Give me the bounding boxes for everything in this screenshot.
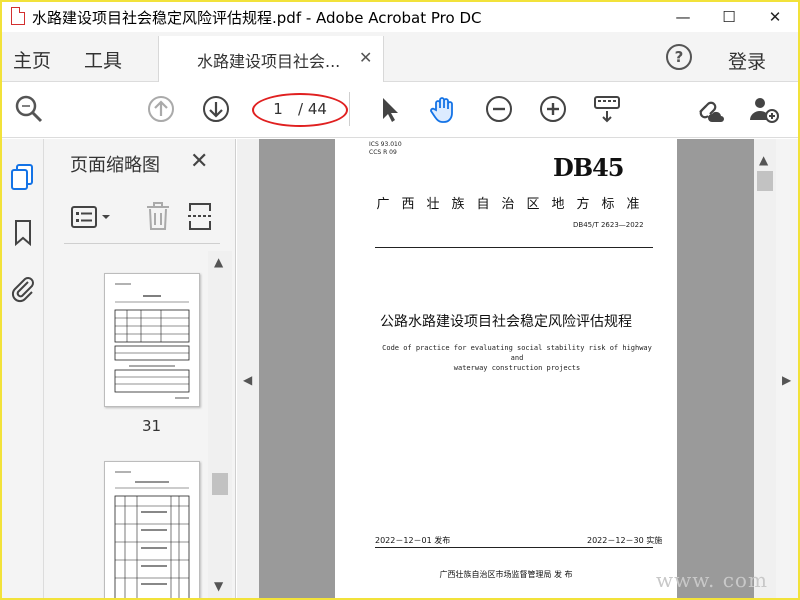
panel-divider (64, 243, 220, 244)
link-cloud-icon[interactable] (692, 92, 726, 126)
trash-icon[interactable] (144, 201, 172, 231)
doc-scroll-thumb[interactable] (757, 171, 773, 191)
zoom-in-icon[interactable] (536, 92, 570, 126)
scroll-up-arrow[interactable]: ▲ (214, 255, 223, 269)
thumbnail-panel: 页面缩略图 ✕ 31 ▲ ▼ (44, 139, 236, 598)
tab-tools[interactable]: 工具 (84, 46, 122, 73)
page-total: / 44 (298, 100, 327, 118)
scroll-down-arrow[interactable]: ▼ (214, 579, 223, 593)
minimize-button[interactable]: — (660, 2, 706, 32)
tab-document[interactable]: 水路建设项目社会... ✕ (158, 36, 384, 82)
ccs-code: CCS R 09 (369, 149, 397, 156)
implement-date: 2022－12－30 实施 (587, 536, 663, 545)
publish-date: 2022－12－01 发布 (375, 536, 451, 545)
issuer: 广西壮族自治区市场监督管理局 发 布 (439, 570, 573, 579)
next-page-gutter[interactable]: ▶ (776, 139, 798, 598)
footer-rule (375, 547, 653, 548)
page-number-input[interactable]: 1 (260, 97, 296, 121)
panel-title: 页面缩略图 (70, 155, 160, 176)
thumbnail-page[interactable] (104, 273, 200, 407)
thumbnail-list: 31 (44, 251, 228, 598)
search-icon[interactable] (12, 92, 46, 126)
watermark: www. com (656, 568, 768, 592)
title-bar: 水路建设项目社会稳定风险评估规程.pdf - Adobe Acrobat Pro… (2, 2, 798, 32)
standard-logo: DB45 (553, 153, 624, 182)
document-subtitle: Code of practice for evaluating social s… (377, 343, 657, 373)
help-button[interactable]: ? (666, 44, 692, 70)
keyboard-icon[interactable] (590, 92, 624, 126)
thumbnail-scroll-thumb[interactable] (212, 473, 228, 495)
toolbar-divider (349, 92, 350, 126)
window-controls: — ☐ ✕ (660, 2, 798, 32)
subtitle-line-2: waterway construction projects (453, 364, 581, 372)
close-window-button[interactable]: ✕ (752, 2, 798, 32)
up-arrow-icon[interactable] (144, 92, 178, 126)
thumbnail-scrollbar[interactable]: ▲ ▼ (208, 251, 232, 598)
acrobat-icon (8, 6, 30, 28)
pages-icon[interactable] (8, 161, 38, 191)
document-view: ◀ ICS 93.010 CCS R 09 DB45 广西壮族自治区地方标准 D… (237, 139, 754, 598)
document-scrollbar[interactable]: ▲ (754, 139, 776, 598)
header-rule (375, 247, 653, 248)
options-icon[interactable] (70, 205, 114, 229)
toolbar: 1 / 44 (2, 82, 798, 138)
zoom-out-icon[interactable] (482, 92, 516, 126)
maximize-button[interactable]: ☐ (706, 2, 752, 32)
bookmark-icon[interactable] (8, 217, 38, 247)
pdf-page: ICS 93.010 CCS R 09 DB45 广西壮族自治区地方标准 DB4… (335, 139, 677, 598)
thumbnail-label: 31 (142, 417, 162, 435)
page-extract-icon[interactable] (186, 201, 214, 231)
hand-icon[interactable] (426, 92, 460, 126)
doc-scroll-up-arrow[interactable]: ▲ (759, 153, 768, 167)
attachment-icon[interactable] (8, 273, 38, 303)
panel-toolbar (70, 199, 220, 235)
standard-number: DB45/T 2623—2022 (573, 221, 644, 229)
next-page-arrow[interactable]: ▶ (782, 373, 791, 387)
tab-home[interactable]: 主页 (13, 46, 51, 73)
panel-close-button[interactable]: ✕ (190, 149, 208, 174)
document-title: 公路水路建设项目社会稳定风险评估规程 (380, 314, 632, 330)
login-button[interactable]: 登录 (728, 47, 766, 74)
tab-bar: 主页 工具 水路建设项目社会... ✕ ? 登录 (2, 32, 798, 82)
left-rail (2, 139, 44, 598)
tab-close-button[interactable]: ✕ (359, 48, 372, 67)
add-user-icon[interactable] (746, 92, 780, 126)
window-title: 水路建设项目社会稳定风险评估规程.pdf - Adobe Acrobat Pro… (32, 8, 482, 27)
down-arrow-icon[interactable] (199, 92, 233, 126)
select-cursor-icon[interactable] (372, 92, 406, 126)
standard-type: 广西壮族自治区地方标准 (376, 197, 652, 212)
tab-document-label: 水路建设项目社会... (197, 52, 341, 71)
subtitle-line-1: Code of practice for evaluating social s… (382, 344, 652, 362)
thumbnail-page[interactable] (104, 461, 200, 598)
ics-code: ICS 93.010 (369, 141, 402, 148)
prev-page-gutter[interactable]: ◀ (237, 139, 259, 598)
prev-page-arrow[interactable]: ◀ (243, 373, 252, 387)
